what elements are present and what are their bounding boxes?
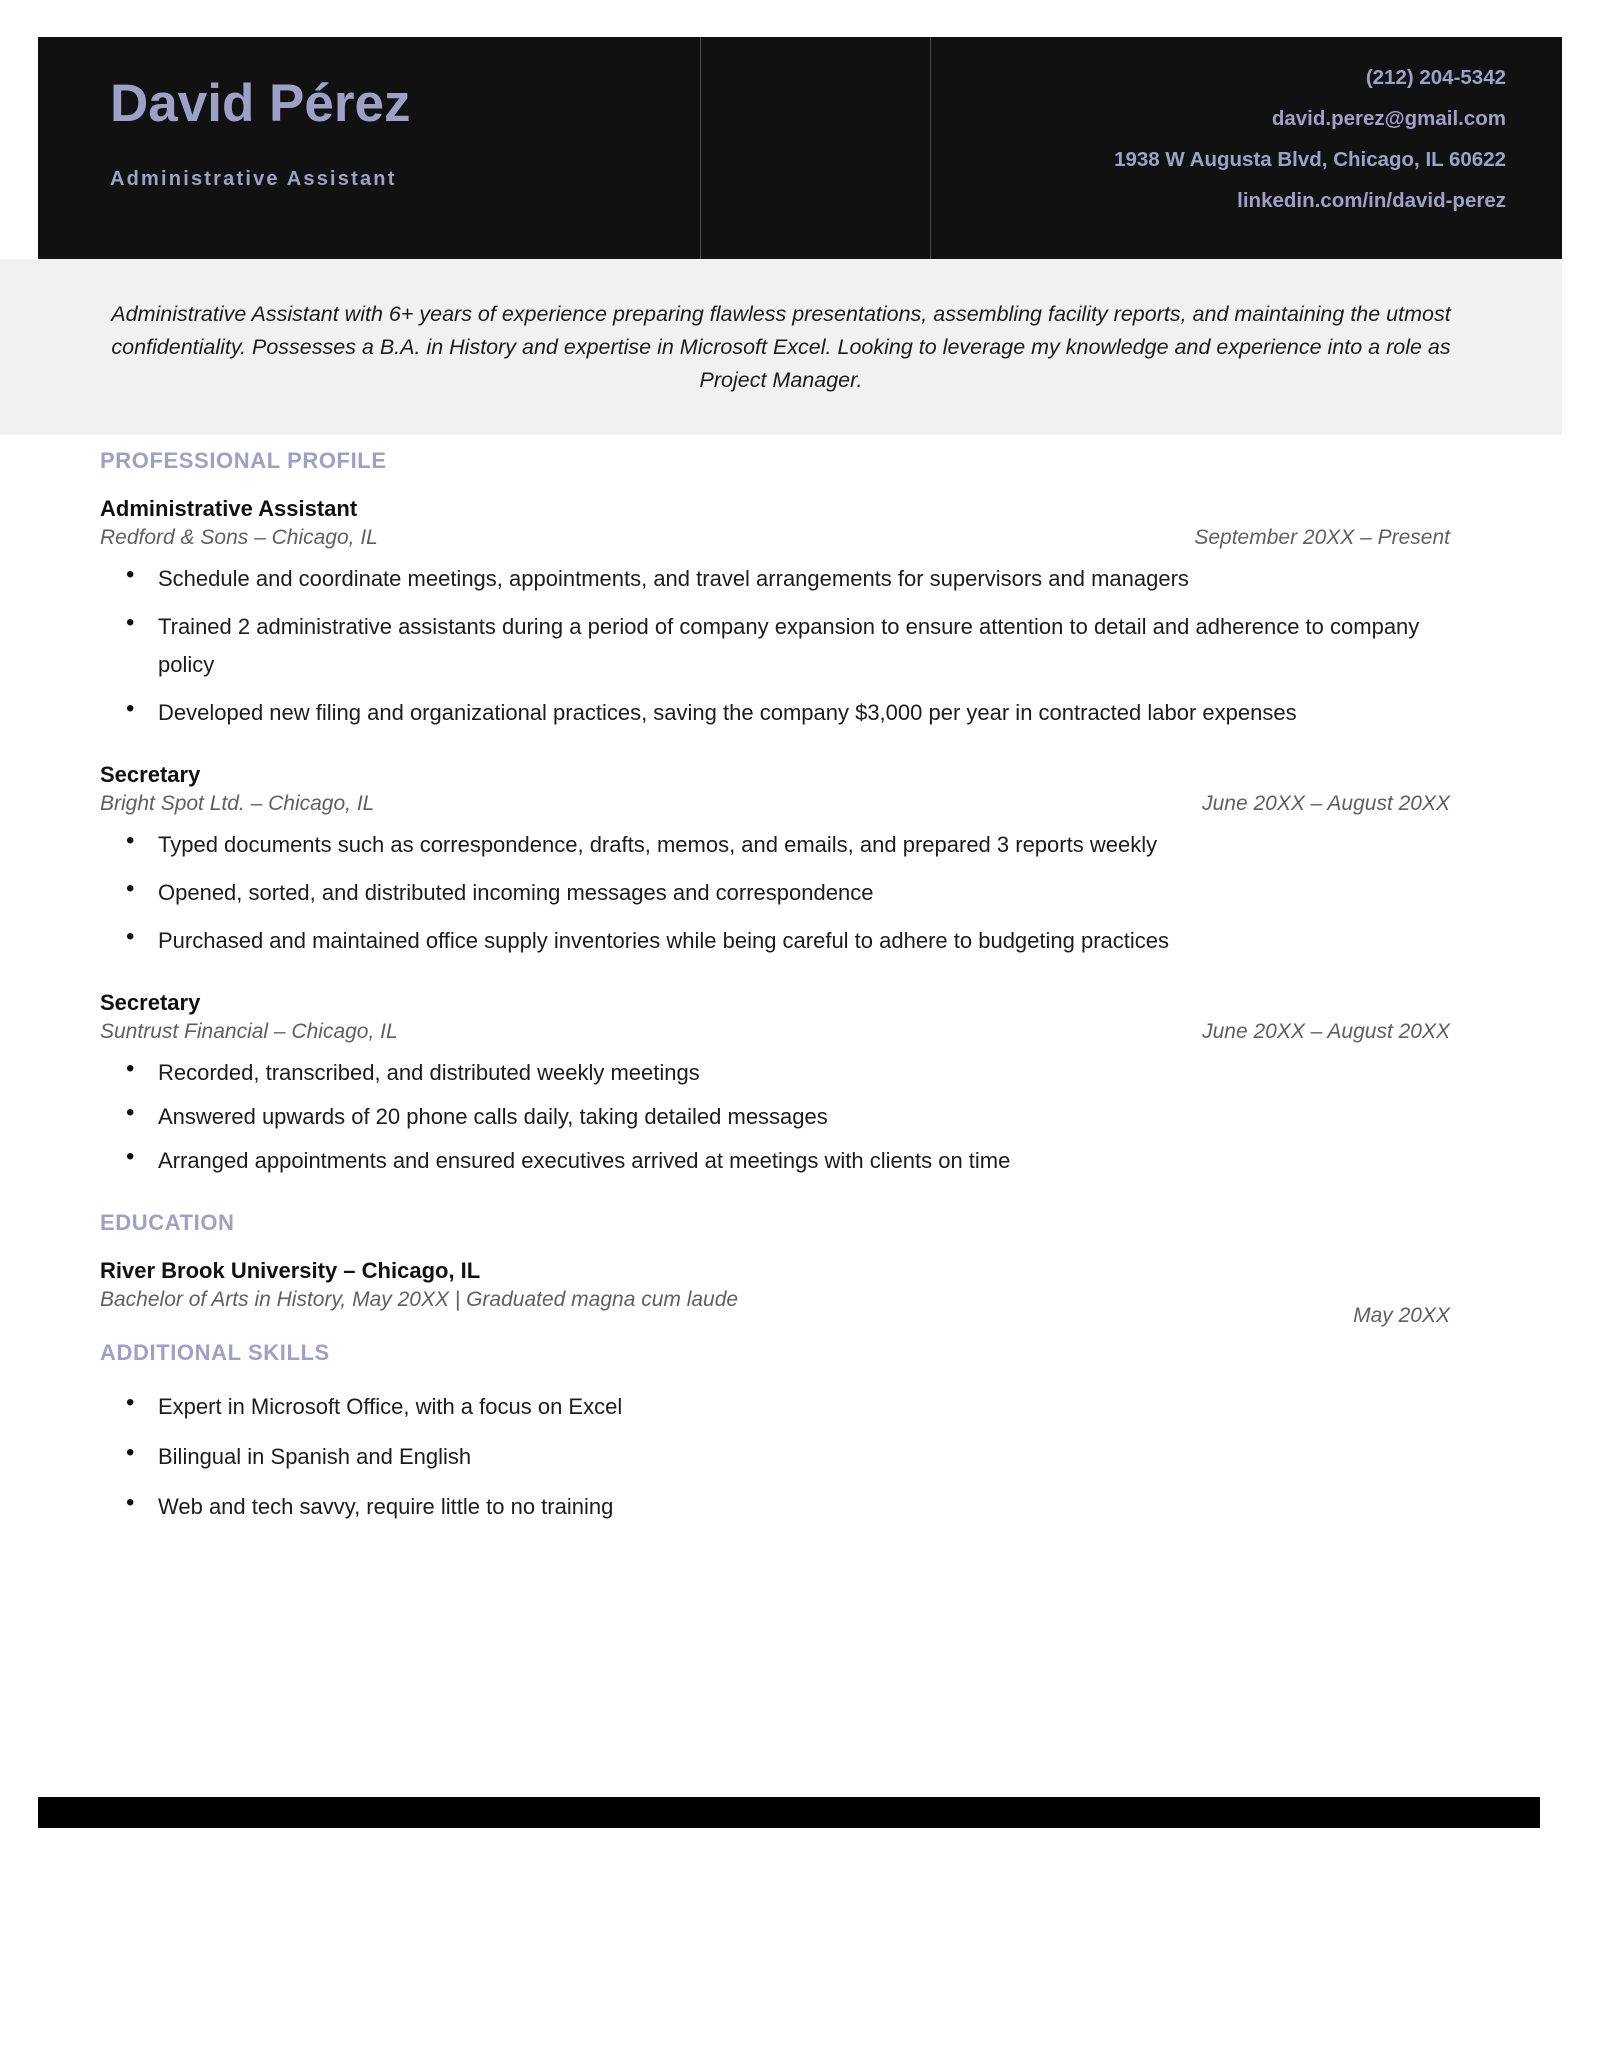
- education-school: River Brook University – Chicago, IL: [100, 1258, 481, 1283]
- experience-dates: September 20XX – Present: [1194, 526, 1450, 549]
- list-item: Opened, sorted, and distributed incoming…: [100, 870, 1448, 912]
- list-item: Purchased and maintained office supply i…: [100, 918, 1448, 960]
- list-item: Expert in Microsoft Office, with a focus…: [100, 1384, 1448, 1426]
- summary-band: Administrative Assistant with 6+ years o…: [0, 259, 1562, 435]
- list-item: Typed documents such as correspondence, …: [100, 822, 1448, 864]
- list-item: Developed new filing and organizational …: [100, 690, 1448, 732]
- list-item: Trained 2 administrative assistants duri…: [100, 604, 1448, 684]
- education-date: May 20XX: [1353, 1304, 1450, 1327]
- summary-text: Administrative Assistant with 6+ years o…: [111, 301, 1451, 392]
- experience-organization: Suntrust Financial – Chicago, IL: [100, 1020, 398, 1043]
- contact-phone: (212) 204-5342: [1365, 66, 1506, 89]
- footer-bar: [38, 1797, 1540, 1828]
- contact-address: 1938 W Augusta Blvd, Chicago, IL 60622: [1114, 148, 1506, 171]
- header-name-column: David Pérez Administrative Assistant: [38, 37, 701, 259]
- education-entry: River Brook University – Chicago, IL Bac…: [100, 1258, 1450, 1327]
- experience-title: Secretary: [100, 990, 201, 1015]
- resume-page: David Pérez Administrative Assistant (21…: [0, 0, 1600, 2071]
- resume-body: PROFESSIONAL PROFILE Administrative Assi…: [100, 448, 1450, 1538]
- skills-list: Expert in Microsoft Office, with a focus…: [100, 1384, 1450, 1526]
- experience-organization: Bright Spot Ltd. – Chicago, IL: [100, 792, 375, 815]
- experience-organization: Redford & Sons – Chicago, IL: [100, 526, 378, 549]
- experience-bullet-list: Typed documents such as correspondence, …: [100, 822, 1450, 960]
- contact-block: (212) 204-5342 david.perez@gmail.com 193…: [931, 37, 1562, 259]
- education-degree: Bachelor of Arts in History, May 20XX | …: [100, 1288, 739, 1311]
- list-item: Bilingual in Spanish and English: [100, 1434, 1448, 1476]
- experience-meta: Bright Spot Ltd. – Chicago, IL June 20XX…: [100, 792, 1450, 816]
- contact-email: david.perez@gmail.com: [1271, 107, 1506, 130]
- experience-bullet-list: Schedule and coordinate meetings, appoin…: [100, 556, 1450, 732]
- candidate-name: David Pérez: [110, 74, 411, 133]
- experience-dates: June 20XX – August 20XX: [1202, 1020, 1450, 1043]
- contact-linkedin: linkedin.com/in/david-perez: [1237, 189, 1506, 212]
- list-item: Answered upwards of 20 phone calls daily…: [100, 1094, 1448, 1136]
- experience-dates: June 20XX – August 20XX: [1202, 792, 1450, 815]
- experience-bullet-list: Recorded, transcribed, and distributed w…: [100, 1050, 1450, 1180]
- list-item: Arranged appointments and ensured execut…: [100, 1138, 1448, 1180]
- header-divider-column: [701, 37, 931, 259]
- list-item: Schedule and coordinate meetings, appoin…: [100, 556, 1448, 598]
- list-item: Web and tech savvy, require little to no…: [100, 1484, 1448, 1526]
- experience-meta: Suntrust Financial – Chicago, IL June 20…: [100, 1020, 1450, 1044]
- experience-meta: Redford & Sons – Chicago, IL September 2…: [100, 526, 1450, 550]
- experience-title: Secretary: [100, 762, 201, 787]
- experience-entry: Secretary Suntrust Financial – Chicago, …: [100, 990, 1450, 1044]
- list-item: Recorded, transcribed, and distributed w…: [100, 1050, 1448, 1092]
- experience-entry: Administrative Assistant Redford & Sons …: [100, 496, 1450, 550]
- section-heading-additional-skills: ADDITIONAL SKILLS: [100, 1340, 330, 1365]
- candidate-job-title: Administrative Assistant: [110, 168, 397, 190]
- section-heading-professional-profile: PROFESSIONAL PROFILE: [100, 448, 387, 473]
- experience-entry: Secretary Bright Spot Ltd. – Chicago, IL…: [100, 762, 1450, 816]
- section-heading-education: EDUCATION: [100, 1210, 235, 1235]
- resume-header: David Pérez Administrative Assistant (21…: [38, 37, 1562, 259]
- experience-title: Administrative Assistant: [100, 496, 358, 521]
